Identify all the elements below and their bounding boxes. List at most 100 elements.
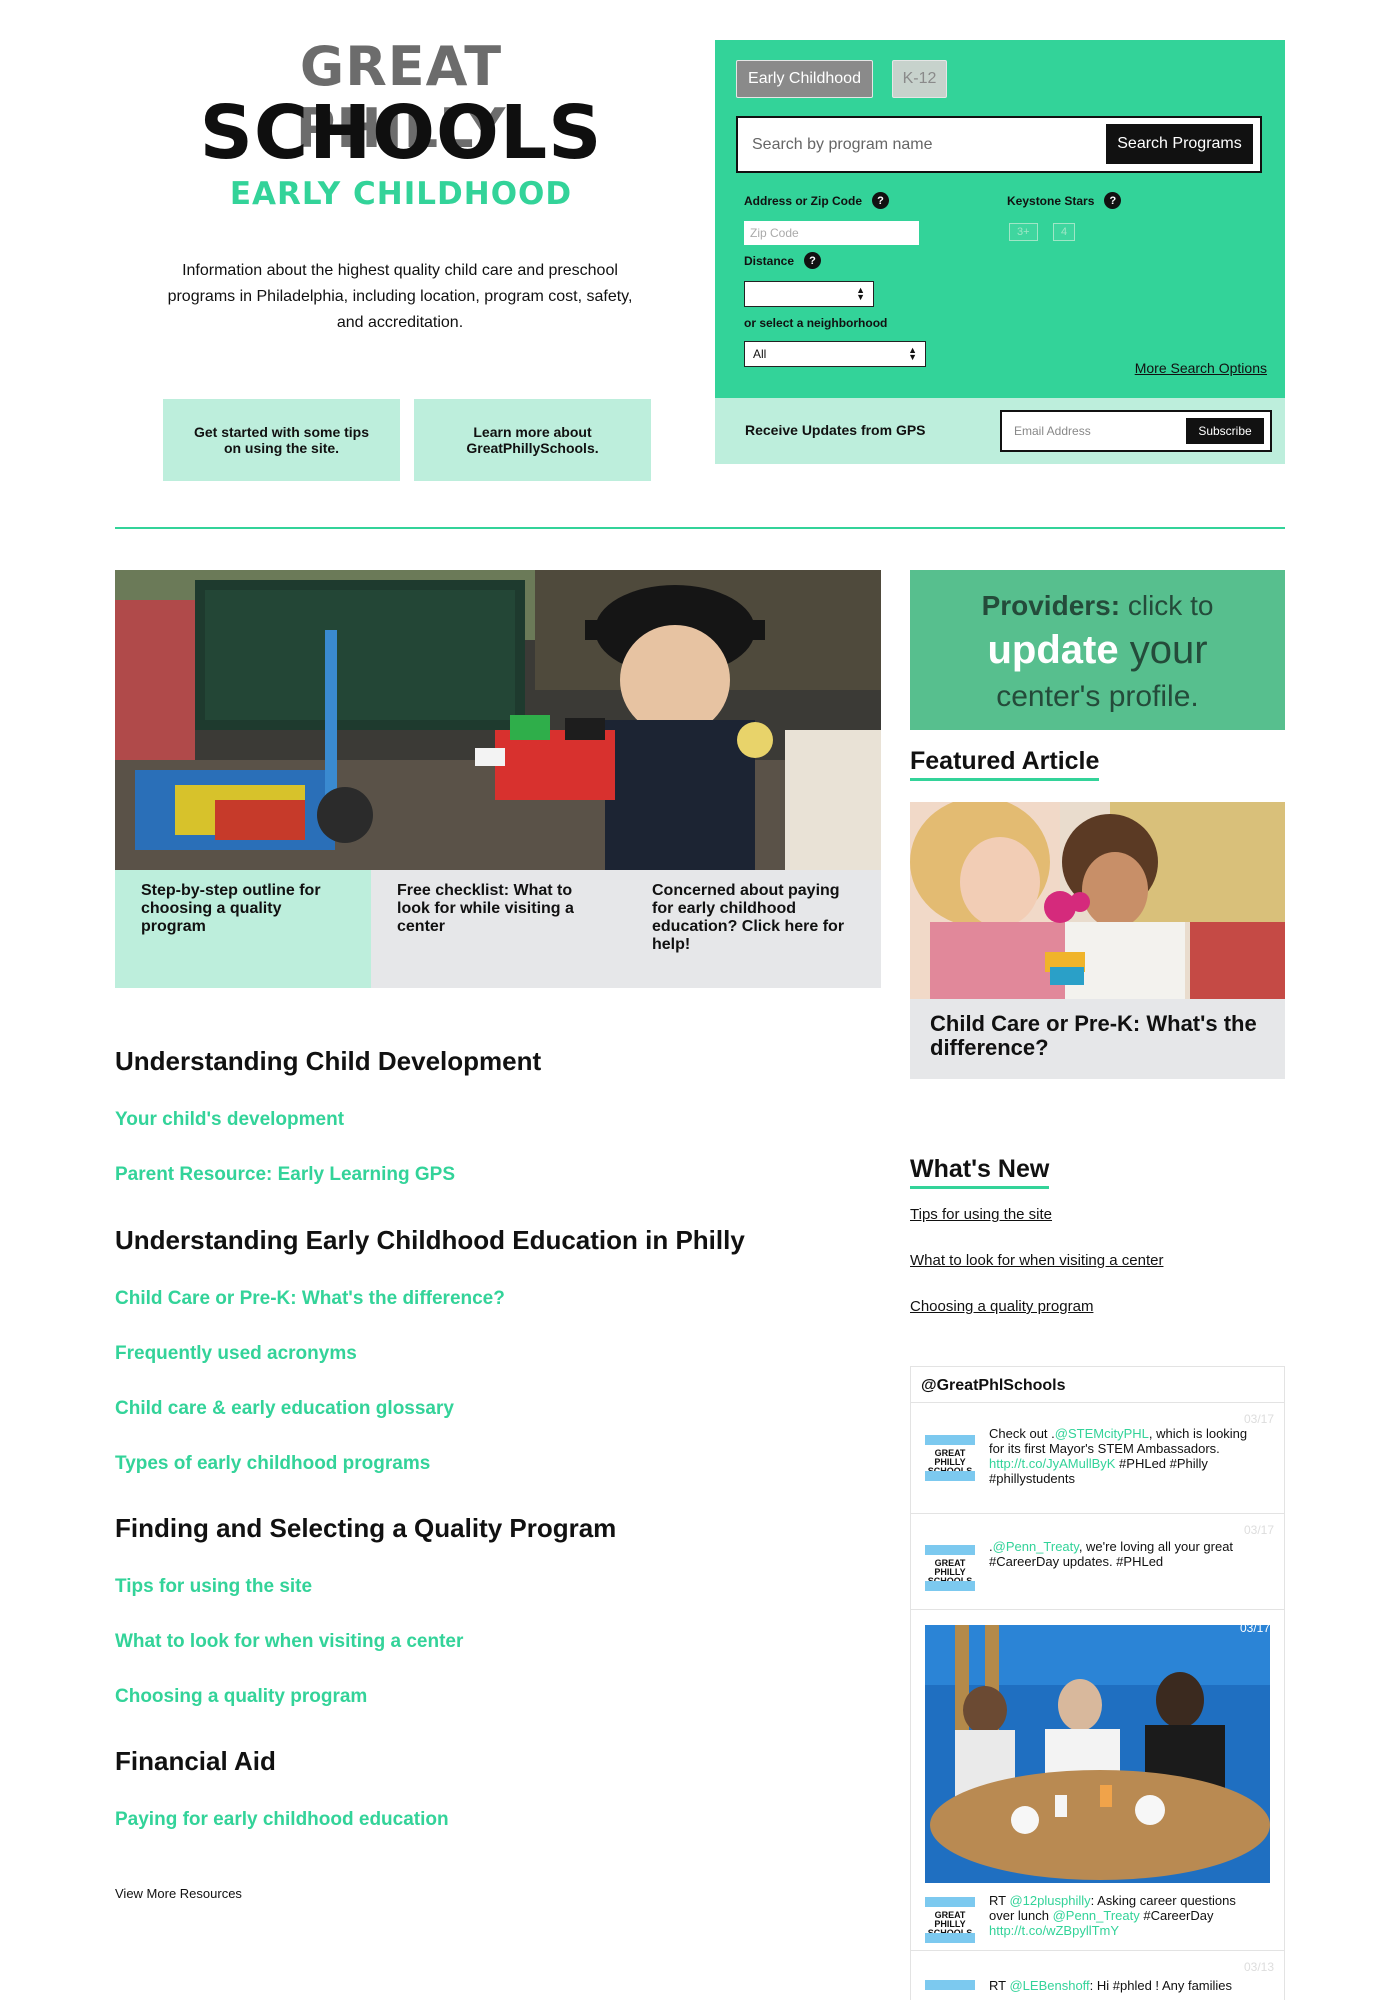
heading-child-development: Understanding Child Development bbox=[115, 1046, 542, 1076]
select-arrows-icon: ▲ ▼ bbox=[908, 345, 917, 362]
providers-update-word: update bbox=[987, 628, 1119, 672]
tab-k12[interactable]: K-12 bbox=[892, 60, 947, 98]
tweet-photo[interactable] bbox=[925, 1625, 1270, 1883]
neighborhood-select-value: All bbox=[753, 347, 767, 361]
distance-label-text: Distance bbox=[744, 253, 795, 268]
search-programs-button[interactable]: Search Programs bbox=[1106, 124, 1253, 164]
subscribe-button[interactable]: Subscribe bbox=[1186, 418, 1264, 444]
tab-early-childhood[interactable]: Early Childhood bbox=[736, 60, 873, 98]
providers-line3: center's profile. bbox=[996, 680, 1199, 713]
twitter-handle[interactable]: @GreatPhlSchools bbox=[911, 1367, 1284, 1403]
distance-help-icon[interactable]: ? bbox=[804, 252, 822, 269]
keystone-stars-label: Keystone Stars ? bbox=[1007, 192, 1122, 209]
tweet-photo-illustration bbox=[925, 1625, 1270, 1883]
tweet-avatar[interactable]: GREAT PHILLY SCHOOLS bbox=[925, 1545, 975, 1591]
hero-classroom-photo[interactable] bbox=[115, 570, 881, 870]
view-more-resources-link[interactable]: View More Resources bbox=[115, 1886, 242, 1901]
tweet-date: 03/17 bbox=[1239, 1621, 1270, 1635]
tweet-mention[interactable]: @LEBenshoff bbox=[1009, 1978, 1089, 1993]
featured-article-heading: Featured Article bbox=[910, 747, 1100, 781]
section-divider bbox=[115, 527, 1285, 529]
email-input[interactable] bbox=[1014, 421, 1174, 441]
tweet-item[interactable]: 03/13 RT @LEBenshoff: Hi #phled ! Any fa… bbox=[911, 1952, 1284, 2000]
tweet-date: 03/17 bbox=[1243, 1523, 1274, 1537]
avatar-stripe bbox=[925, 1933, 975, 1943]
tweet-text-part: Check out . bbox=[989, 1426, 1055, 1441]
neighborhood-label-text: or select a neighborhood bbox=[744, 316, 888, 330]
featured-article-photo[interactable] bbox=[910, 802, 1285, 999]
email-signup-box: Subscribe bbox=[1000, 410, 1272, 452]
program-search-input[interactable] bbox=[752, 132, 1092, 158]
providers-l1-rest: click to bbox=[1120, 590, 1214, 621]
neighborhood-select[interactable]: All ▲ ▼ bbox=[744, 341, 926, 367]
hero-card-paying[interactable]: Concerned about paying for early childho… bbox=[626, 870, 881, 988]
link-glossary[interactable]: Child care & early education glossary bbox=[115, 1398, 454, 1420]
hero-card-free-checklist[interactable]: Free checklist: What to look for while v… bbox=[371, 870, 626, 988]
keystone-help-icon[interactable]: ? bbox=[1104, 192, 1122, 209]
program-search-box: Search Programs bbox=[736, 116, 1262, 173]
providers-line2: update your bbox=[910, 628, 1285, 673]
link-tips-using-site[interactable]: Tips for using the site bbox=[115, 1576, 312, 1598]
tweet-text: RT @12plusphilly: Asking career question… bbox=[989, 1893, 1254, 1938]
tweet-item[interactable]: 03/17 GREAT PHILLY SCHO bbox=[911, 1611, 1284, 1951]
tweet-mention[interactable]: @STEMcityPHL bbox=[1055, 1426, 1149, 1441]
whats-new-link-choosing[interactable]: Choosing a quality program bbox=[910, 1298, 1093, 1315]
tweet-date: 03/17 bbox=[1243, 1412, 1274, 1426]
distance-select[interactable]: ▲ ▼ bbox=[744, 281, 874, 307]
twitter-feed-widget[interactable]: @GreatPhlSchools GREAT PHILLY SCHOOLS 03… bbox=[910, 1366, 1285, 2000]
keystone-stars-label-text: Keystone Stars bbox=[1007, 193, 1095, 208]
featured-article-caption[interactable]: Child Care or Pre-K: What's the differen… bbox=[910, 999, 1285, 1079]
featured-photo-illustration bbox=[910, 802, 1285, 999]
link-visiting-center[interactable]: What to look for when visiting a center bbox=[115, 1631, 463, 1653]
search-panel: Early Childhood K-12 Search Programs Add… bbox=[715, 40, 1285, 398]
avatar-stripe bbox=[925, 1545, 975, 1555]
tweet-text-part: RT bbox=[989, 1893, 1010, 1908]
link-program-types[interactable]: Types of early childhood programs bbox=[115, 1453, 430, 1475]
whats-new-link-tips[interactable]: Tips for using the site bbox=[910, 1206, 1052, 1223]
tweet-text: Check out .@STEMcityPHL, which is lookin… bbox=[989, 1426, 1254, 1486]
avatar-stripe bbox=[925, 1897, 975, 1907]
tweet-mention[interactable]: @Penn_Treaty bbox=[1053, 1908, 1140, 1923]
intro-text: Information about the highest quality ch… bbox=[167, 262, 633, 331]
stars-3plus-option[interactable]: 3+ bbox=[1009, 223, 1038, 241]
tweet-avatar[interactable]: GREAT PHILLY SCHOOLS bbox=[925, 1435, 975, 1481]
link-childcare-vs-prek[interactable]: Child Care or Pre-K: What's the differen… bbox=[115, 1288, 505, 1310]
tweet-text: .@Penn_Treaty, we're loving all your gre… bbox=[989, 1539, 1254, 1569]
whats-new-heading: What's New bbox=[910, 1155, 1050, 1189]
tweet-avatar[interactable]: GREAT PHILLY SCHOOLS bbox=[925, 1897, 975, 1943]
providers-update-banner[interactable]: Providers: click to update your center's… bbox=[910, 570, 1285, 730]
learn-more-button[interactable]: Learn more about GreatPhillySchools. bbox=[414, 399, 651, 481]
hero-card-step-by-step[interactable]: Step-by-step outline for choosing a qual… bbox=[115, 870, 371, 988]
link-acronyms[interactable]: Frequently used acronyms bbox=[115, 1343, 357, 1365]
link-childs-development[interactable]: Your child's development bbox=[115, 1109, 344, 1131]
tweet-mention[interactable]: @12plusphilly bbox=[1009, 1893, 1090, 1908]
get-started-tips-button[interactable]: Get started with some tips on using the … bbox=[163, 399, 400, 481]
zip-code-input[interactable] bbox=[744, 221, 919, 245]
tweet-mention[interactable]: @Penn_Treaty bbox=[993, 1539, 1079, 1554]
tweet-avatar[interactable] bbox=[925, 1980, 975, 2000]
providers-bold: Providers: bbox=[981, 590, 1121, 621]
heading-finding-program: Finding and Selecting a Quality Program bbox=[115, 1513, 617, 1543]
tweet-link[interactable]: http://t.co/JyAMullByK bbox=[989, 1456, 1115, 1471]
heading-financial-aid: Financial Aid bbox=[115, 1746, 276, 1776]
tweet-text-part: : Hi #phled ! Any families bbox=[1089, 1978, 1233, 1993]
updates-label: Receive Updates from GPS bbox=[745, 422, 926, 438]
neighborhood-label: or select a neighborhood bbox=[744, 316, 887, 330]
tweet-link[interactable]: http://t.co/wZBpyllTmY bbox=[989, 1923, 1119, 1938]
tweet-text: RT @LEBenshoff: Hi #phled ! Any families bbox=[989, 1978, 1254, 1993]
link-paying-for-education[interactable]: Paying for early childhood education bbox=[115, 1809, 449, 1831]
tweet-item[interactable]: GREAT PHILLY SCHOOLS 03/17 .@Penn_Treaty… bbox=[911, 1515, 1284, 1610]
avatar-stripe bbox=[925, 1980, 975, 1990]
more-search-options-link[interactable]: More Search Options bbox=[1135, 360, 1267, 376]
tweet-item[interactable]: GREAT PHILLY SCHOOLS 03/17 Check out .@S… bbox=[911, 1404, 1284, 1514]
stars-4-option[interactable]: 4 bbox=[1053, 223, 1076, 241]
address-help-icon[interactable]: ? bbox=[872, 192, 890, 209]
logo-schools[interactable]: SCHOOLS bbox=[176, 92, 626, 174]
heading-early-childhood-education: Understanding Early Childhood Education … bbox=[115, 1225, 745, 1255]
avatar-stripe bbox=[925, 1581, 975, 1591]
distance-label: Distance ? bbox=[744, 252, 822, 269]
link-choosing-program[interactable]: Choosing a quality program bbox=[115, 1686, 367, 1708]
link-early-learning-gps[interactable]: Parent Resource: Early Learning GPS bbox=[115, 1164, 455, 1186]
logo-early-childhood[interactable]: EARLY CHILDHOOD bbox=[196, 174, 606, 214]
whats-new-link-visiting[interactable]: What to look for when visiting a center bbox=[910, 1252, 1163, 1269]
